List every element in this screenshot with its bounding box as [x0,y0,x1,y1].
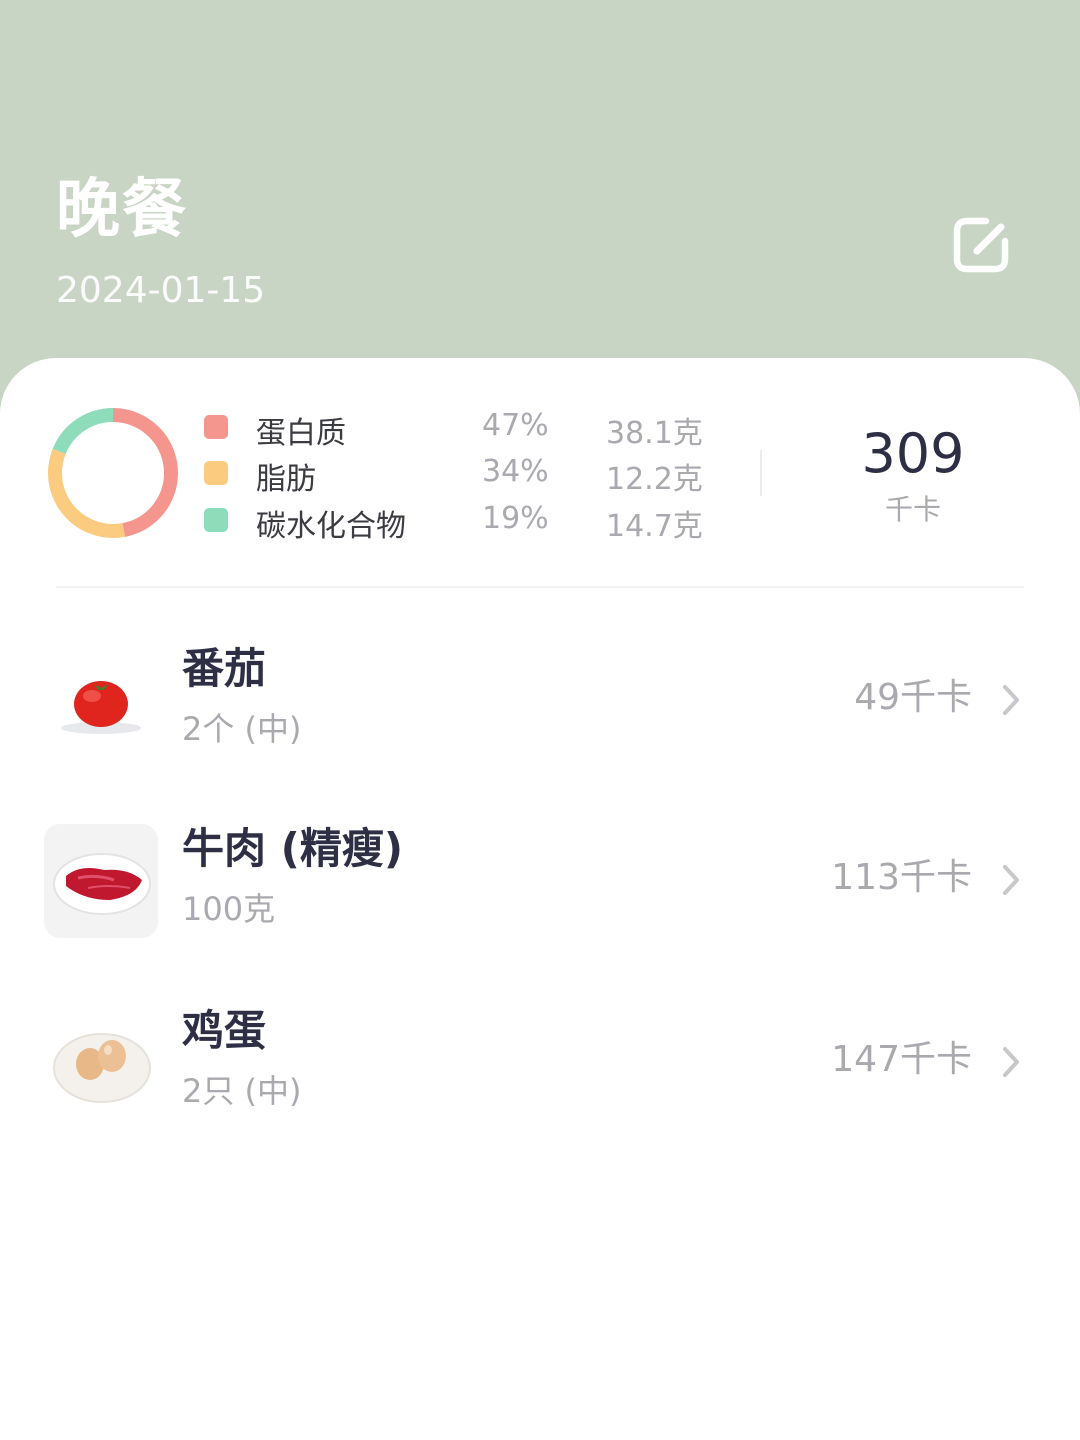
food-amount: 2只 (中) [182,1072,302,1110]
macro-row-fat: 脂肪 34% 12.2克 [204,452,724,497]
food-item-tomato[interactable]: 番茄 2个 (中) 49千卡 [0,644,1080,794]
chevron-right-icon [1003,1047,1019,1077]
fat-legend-swatch [204,461,228,485]
beef-image [44,824,158,938]
food-amount: 2个 (中) [182,710,302,748]
food-calories: 49千卡 [854,677,972,718]
macro-grams: 12.2克 [606,462,703,497]
meal-detail-screen: 晚餐 2024-01-15 蛋白质 47% 38.1克 脂肪 34% 12.2克… [0,0,1080,1440]
macro-row-protein: 蛋白质 47% 38.1克 [204,406,724,451]
macro-donut-chart [48,408,178,538]
edit-button[interactable] [948,212,1014,278]
protein-legend-swatch [204,415,228,439]
macro-name: 碳水化合物 [256,509,406,544]
total-calories: 309 [861,422,965,485]
macro-percent: 19% [482,501,549,536]
carbs-legend-swatch [204,508,228,532]
food-name: 番茄 [182,644,267,693]
macro-name: 脂肪 [256,462,316,497]
macro-grams: 38.1克 [606,416,703,451]
food-calories: 147千卡 [831,1039,972,1080]
macro-percent: 34% [482,454,549,489]
page-title: 晚餐 [56,173,188,247]
section-divider [56,586,1024,588]
eggs-image [44,1006,158,1120]
macro-percent: 47% [482,408,549,443]
food-item-beef[interactable]: 牛肉 (精瘦) 100克 113千卡 [0,824,1080,974]
food-name: 鸡蛋 [182,1006,267,1055]
chevron-right-icon [1003,865,1019,895]
tomato-image [44,644,158,758]
total-calories-unit: 千卡 [884,493,941,526]
macro-row-carbs: 碳水化合物 19% 14.7克 [204,499,724,544]
chevron-right-icon [1003,685,1019,715]
food-calories: 113千卡 [831,857,972,898]
food-item-egg[interactable]: 鸡蛋 2只 (中) 147千卡 [0,1006,1080,1156]
meal-date: 2024-01-15 [56,270,266,311]
edit-icon [953,217,1009,273]
food-name: 牛肉 (精瘦) [182,824,404,873]
macro-name: 蛋白质 [256,416,346,451]
macro-grams: 14.7克 [606,509,703,544]
summary-divider [760,450,762,496]
donut-segments [48,408,178,538]
food-amount: 100克 [182,890,276,928]
